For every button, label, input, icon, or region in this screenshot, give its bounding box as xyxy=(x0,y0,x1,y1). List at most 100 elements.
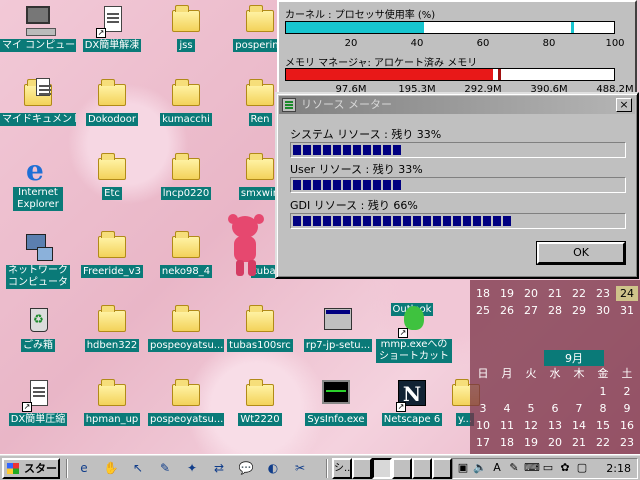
task-button[interactable]: シ... xyxy=(332,458,352,479)
desktop-icon-lncp0220[interactable]: lncp0220 xyxy=(148,150,224,216)
task-button[interactable] xyxy=(412,458,432,479)
a-icon[interactable]: A xyxy=(490,461,504,475)
globe-icon[interactable]: ◐ xyxy=(265,460,281,476)
desktop-icon-mmp-shortcut[interactable]: ↗ mmp.exeへのショートカット xyxy=(372,302,456,368)
desktop-icon-network[interactable]: ネットワーク コンピュータ xyxy=(0,228,76,294)
calendar-day[interactable]: 4 xyxy=(496,401,518,416)
calendar-day[interactable]: 23 xyxy=(592,286,614,301)
calendar-day[interactable]: 29 xyxy=(568,303,590,318)
calendar-day[interactable]: 3 xyxy=(472,401,494,416)
network-icon[interactable]: ⇄ xyxy=(211,460,227,476)
calendar-day[interactable]: 16 xyxy=(616,418,638,433)
calendar-day[interactable]: 19 xyxy=(520,435,542,450)
task-button[interactable] xyxy=(352,458,372,479)
tool-icon[interactable]: ✂ xyxy=(292,460,308,476)
desktop-icon-my-documents[interactable]: マイドキュメント xyxy=(0,76,76,142)
desktop-icon-kumacchi[interactable]: kumacchi xyxy=(148,76,224,142)
pen-icon[interactable]: ✎ xyxy=(157,460,173,476)
pen-tray-icon[interactable]: ✎ xyxy=(507,461,521,475)
folder-icon xyxy=(96,152,128,184)
calendar-day[interactable]: 23 xyxy=(616,435,638,450)
calendar-day[interactable]: 28 xyxy=(544,303,566,318)
calendar-day[interactable]: 6 xyxy=(544,401,566,416)
desktop-icon-hpman-up[interactable]: hpman_up xyxy=(74,376,150,442)
ok-button[interactable]: OK xyxy=(537,242,625,264)
calendar-day[interactable]: 1 xyxy=(592,384,614,399)
desktop-icon-netscape[interactable]: N ↗ Netscape 6 xyxy=(374,376,450,442)
desktop-icon-tubas100src[interactable]: tubas100src xyxy=(222,302,298,368)
monitor-icon[interactable]: ▢ xyxy=(575,461,589,475)
calendar-day[interactable]: 5 xyxy=(520,401,542,416)
task-button[interactable] xyxy=(432,458,452,479)
calendar-day[interactable]: 21 xyxy=(568,435,590,450)
desktop-icon-recycle-bin[interactable]: ごみ箱 xyxy=(0,302,76,368)
icon-label: rp7-jp-setu... xyxy=(303,339,373,352)
calendar-day[interactable]: 13 xyxy=(544,418,566,433)
desktop-icon-etc[interactable]: Etc xyxy=(74,150,150,216)
calendar-day[interactable]: 22 xyxy=(592,435,614,450)
task-button[interactable] xyxy=(372,458,392,479)
calendar-day[interactable]: 24 xyxy=(616,286,638,301)
task-button[interactable] xyxy=(392,458,412,479)
start-button[interactable]: スタート xyxy=(2,458,60,480)
calendar-day[interactable]: 17 xyxy=(472,435,494,450)
desktop-icon-dx-extract[interactable]: ↗ DX簡単解凍 xyxy=(74,2,150,68)
calendar-day[interactable]: 25 xyxy=(472,303,494,318)
desktop-icon-sysinfo[interactable]: SysInfo.exe xyxy=(298,376,374,442)
window-icon[interactable]: ▭ xyxy=(541,461,555,475)
desktop-icon-pospeoyatsu-2[interactable]: pospeoyatsu... xyxy=(148,376,224,442)
calendar-day[interactable]: 9 xyxy=(616,401,638,416)
cpu-axis: 20 40 60 80 100 xyxy=(285,38,625,50)
calendar-day[interactable]: 20 xyxy=(544,435,566,450)
clock[interactable]: 2:18 xyxy=(606,461,631,476)
desktop-icon-hdben322[interactable]: hdben322 xyxy=(74,302,150,368)
calendar-day[interactable]: 19 xyxy=(496,286,518,301)
desktop-icon-internet-explorer[interactable]: e Internet Explorer xyxy=(0,150,76,216)
speaker-icon[interactable]: 🔈 xyxy=(473,461,487,475)
calendar-day[interactable]: 26 xyxy=(496,303,518,318)
calendar-day[interactable]: 20 xyxy=(520,286,542,301)
internet-explorer-icon[interactable]: e xyxy=(76,460,92,476)
calendar-day[interactable]: 31 xyxy=(616,303,638,318)
calendar-day[interactable]: 22 xyxy=(568,286,590,301)
chat-icon[interactable]: 💬 xyxy=(238,460,254,476)
pointer-icon[interactable]: ↖ xyxy=(130,460,146,476)
close-button[interactable]: × xyxy=(616,98,632,112)
flower-icon[interactable]: ✿ xyxy=(558,461,572,475)
desktop-icon-rp7-setup[interactable]: rp7-jp-setu... xyxy=(300,302,376,368)
desktop-icon-my-computer[interactable]: マイ コンピュータ xyxy=(0,2,76,68)
screen-icon[interactable]: ▣ xyxy=(456,461,470,475)
folder-icon xyxy=(170,378,202,410)
icon-label: pospeoyatsu... xyxy=(148,413,224,426)
hand-icon[interactable]: ✋ xyxy=(103,460,119,476)
icon-label: Dokodoor xyxy=(85,113,139,126)
calendar-day[interactable]: 14 xyxy=(568,418,590,433)
bear-mascot[interactable] xyxy=(224,214,268,280)
desktop-icon-dx-compress[interactable]: ↗ DX簡単圧縮 xyxy=(0,376,76,442)
desktop-icon-jss[interactable]: jss xyxy=(148,2,224,68)
gdi-resource-fill xyxy=(293,216,511,226)
desktop-icon-wt2220[interactable]: Wt2220 xyxy=(222,376,298,442)
calendar-day[interactable]: 21 xyxy=(544,286,566,301)
calendar-day[interactable]: 30 xyxy=(592,303,614,318)
window-titlebar[interactable]: リソース メーター × xyxy=(279,96,635,114)
calendar-day[interactable]: 11 xyxy=(496,418,518,433)
calendar-day[interactable]: 27 xyxy=(520,303,542,318)
calendar-day[interactable]: 2 xyxy=(616,384,638,399)
icon-label: マイドキュメント xyxy=(0,113,76,126)
desktop-icon-dokodoor[interactable]: Dokodoor xyxy=(74,76,150,142)
desktop-icon-pospeoyatsu-1[interactable]: pospeoyatsu... xyxy=(148,302,224,368)
calendar-day[interactable]: 8 xyxy=(592,401,614,416)
cpu-tick-label: 20 xyxy=(344,38,358,49)
desktop-icon-freeride[interactable]: Freeride_v3 xyxy=(74,228,150,294)
calendar-day[interactable]: 15 xyxy=(592,418,614,433)
keyboard-icon[interactable]: ⌨ xyxy=(524,461,540,475)
star-icon[interactable]: ✦ xyxy=(184,460,200,476)
calendar-day[interactable]: 12 xyxy=(520,418,542,433)
calendar-day[interactable]: 18 xyxy=(496,435,518,450)
calendar-day[interactable]: 10 xyxy=(472,418,494,433)
icon-label: Netscape 6 xyxy=(381,413,443,426)
calendar-day[interactable]: 18 xyxy=(472,286,494,301)
calendar-day[interactable]: 7 xyxy=(568,401,590,416)
desktop-icon-neko98[interactable]: neko98_4 xyxy=(148,228,224,294)
